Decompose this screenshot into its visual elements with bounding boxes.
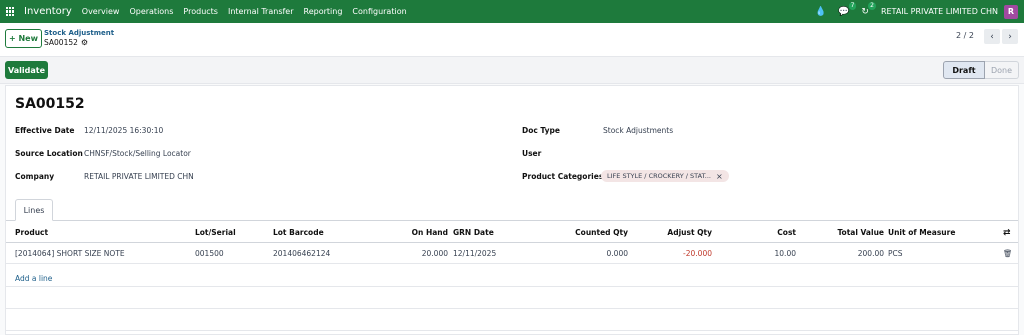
- status-bar: Validate Draft Done: [0, 57, 1024, 84]
- menu-reporting[interactable]: Reporting: [304, 7, 343, 16]
- clock-badge: 2: [868, 1, 876, 10]
- company-field[interactable]: RETAIL PRIVATE LIMITED CHN: [84, 172, 194, 181]
- notebook-tabs: Lines: [6, 199, 1018, 221]
- effective-date-label: Effective Date: [15, 126, 75, 135]
- validate-button[interactable]: Validate: [5, 61, 48, 79]
- stage-draft[interactable]: Draft: [943, 61, 985, 79]
- add-line-link[interactable]: Add a line: [15, 274, 52, 283]
- product-category-tag[interactable]: LIFE STYLE / CROCKERY / STAT... ×: [601, 170, 729, 182]
- cell-counted-qty[interactable]: 0.000: [558, 249, 628, 258]
- product-category-tag-label: LIFE STYLE / CROCKERY / STAT...: [607, 172, 711, 180]
- chevron-right-icon[interactable]: ›: [1002, 29, 1018, 44]
- cell-grn-date[interactable]: 12/11/2025: [453, 249, 496, 258]
- form-sheet: SA00152 Effective Date 12/11/2025 16:30:…: [5, 85, 1019, 335]
- user-label: User: [522, 149, 542, 158]
- new-button[interactable]: + New: [5, 29, 42, 48]
- menu-products[interactable]: Products: [183, 7, 218, 16]
- cell-on-hand: 20.000: [421, 249, 448, 258]
- col-unit-of-measure[interactable]: Unit of Measure: [888, 228, 955, 237]
- apps-menu-icon[interactable]: [0, 0, 20, 23]
- col-cost[interactable]: Cost: [746, 228, 796, 237]
- app-name[interactable]: Inventory: [24, 6, 72, 17]
- record-name: SA00152 ⚙: [44, 38, 88, 47]
- cell-unit-of-measure[interactable]: PCS: [888, 249, 903, 258]
- company-label: Company: [15, 172, 55, 181]
- chat-icon[interactable]: 💬 7: [838, 1, 857, 17]
- col-counted-qty[interactable]: Counted Qty: [558, 228, 628, 237]
- company-switcher[interactable]: RETAIL PRIVATE LIMITED CHN: [881, 7, 998, 16]
- col-lot-serial[interactable]: Lot/Serial: [195, 228, 236, 237]
- col-total-value[interactable]: Total Value: [814, 228, 884, 237]
- menu-configuration[interactable]: Configuration: [352, 7, 406, 16]
- menu-internal-transfer[interactable]: Internal Transfer: [228, 7, 294, 16]
- cell-lot-serial[interactable]: 001500: [195, 249, 224, 258]
- gear-icon[interactable]: ⚙: [81, 38, 88, 47]
- table-header: Product Lot/Serial Lot Barcode On Hand G…: [6, 221, 1018, 243]
- tab-lines[interactable]: Lines: [15, 199, 53, 221]
- control-panel: + New Stock Adjustment SA00152 ⚙ 2 / 2 ‹ …: [0, 23, 1024, 57]
- cell-adjust-qty: -20.000: [683, 249, 712, 258]
- cell-lot-barcode[interactable]: 201406462124: [273, 249, 330, 258]
- breadcrumb[interactable]: Stock Adjustment: [44, 29, 114, 37]
- stage-done[interactable]: Done: [985, 61, 1019, 79]
- source-location-label: Source Location: [15, 149, 83, 158]
- cell-cost: 10.00: [774, 249, 796, 258]
- effective-date-field[interactable]: 12/11/2025 16:30:10: [84, 126, 163, 135]
- record-name-label: SA00152: [44, 38, 78, 47]
- col-grn-date[interactable]: GRN Date: [453, 228, 494, 237]
- page-title: SA00152: [15, 96, 85, 112]
- source-location-field[interactable]: CHNSF/Stock/Selling Locator: [84, 149, 191, 158]
- cell-product[interactable]: [2014064] SHORT SIZE NOTE: [15, 249, 125, 258]
- menu-operations[interactable]: Operations: [129, 7, 173, 16]
- doc-type-label: Doc Type: [522, 126, 561, 135]
- divider: [6, 308, 1018, 309]
- chevron-left-icon[interactable]: ‹: [984, 29, 1000, 44]
- col-adjust-qty[interactable]: Adjust Qty: [642, 228, 712, 237]
- trash-icon[interactable]: 🗑: [1003, 249, 1013, 258]
- divider: [6, 330, 1018, 331]
- clock-icon[interactable]: ↻ 2: [861, 1, 876, 17]
- col-product[interactable]: Product: [15, 228, 48, 237]
- activity-badge: 7: [848, 1, 857, 10]
- column-settings-icon[interactable]: ⇄: [1003, 228, 1011, 238]
- divider: [6, 286, 1018, 287]
- col-lot-barcode[interactable]: Lot Barcode: [273, 228, 324, 237]
- drop-icon[interactable]: 💧: [815, 7, 826, 17]
- col-on-hand[interactable]: On Hand: [398, 228, 448, 237]
- menu-overview[interactable]: Overview: [82, 7, 120, 16]
- pager-value[interactable]: 2 / 2: [956, 31, 974, 40]
- product-categories-label: Product Categories: [522, 172, 604, 181]
- top-navbar: Inventory Overview Operations Products I…: [0, 0, 1024, 23]
- cell-total-value: 200.00: [857, 249, 884, 258]
- table-row[interactable]: [2014064] SHORT SIZE NOTE 001500 2014064…: [6, 243, 1018, 264]
- avatar[interactable]: R: [1004, 4, 1018, 19]
- close-icon[interactable]: ×: [716, 172, 723, 181]
- doc-type-field[interactable]: Stock Adjustments: [603, 126, 673, 135]
